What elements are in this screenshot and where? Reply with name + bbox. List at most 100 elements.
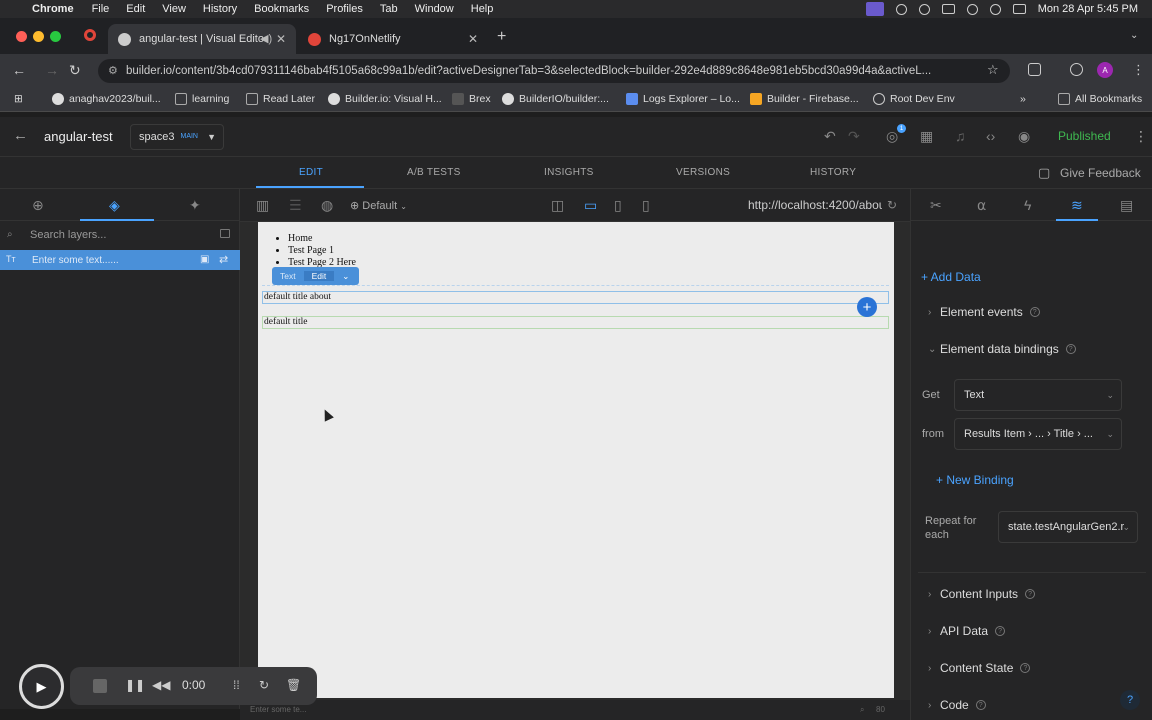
animation-icon[interactable]: ⍺ (977, 197, 986, 214)
block-edit-button[interactable]: Edit (303, 271, 335, 281)
delete-recording-icon[interactable]: 🗑 (286, 678, 301, 692)
menu-edit[interactable]: Edit (126, 3, 145, 15)
nav-item-home[interactable]: Home (288, 233, 356, 245)
menu-view[interactable]: View (162, 3, 186, 15)
camera-toggle-button[interactable]: ▶ (19, 664, 64, 709)
bookmark-folder[interactable]: Read Later (246, 93, 315, 105)
status-breadcrumb[interactable]: Enter some te... (250, 705, 306, 714)
insert-plus-icon[interactable]: ⊕ (32, 197, 44, 214)
ai-sparkle-icon[interactable]: ✦ (189, 197, 201, 214)
menu-history[interactable]: History (203, 3, 237, 15)
tab-history[interactable]: HISTORY (810, 167, 856, 178)
bookmark-item[interactable]: anaghav2023/buil... (52, 93, 161, 105)
control-center-icon[interactable] (1012, 4, 1026, 14)
add-block-button[interactable]: + (857, 297, 877, 317)
stop-recording-icon[interactable] (93, 679, 107, 693)
pause-icon[interactable]: ❚❚ (125, 678, 145, 692)
user-icon[interactable] (918, 3, 930, 15)
code-section[interactable]: › Code ? (928, 698, 986, 712)
tab-insights[interactable]: INSIGHTS (544, 167, 594, 178)
menu-bookmarks[interactable]: Bookmarks (254, 3, 309, 15)
menu-window[interactable]: Window (415, 3, 454, 15)
more-options-icon[interactable]: ⋮ (1134, 128, 1148, 145)
help-icon[interactable]: ? (1029, 307, 1040, 317)
style-tools-icon[interactable]: ✂ (930, 197, 942, 214)
nav-item-test-page-1[interactable]: Test Page 1 (288, 245, 356, 257)
battery-icon[interactable] (941, 4, 955, 14)
zoom-icon[interactable] (895, 3, 907, 15)
window-close-icon[interactable] (16, 31, 27, 42)
tab-versions[interactable]: VERSIONS (676, 167, 730, 178)
menu-help[interactable]: Help (471, 3, 494, 15)
element-data-bindings-section[interactable]: ⌄ Element data bindings ? (928, 342, 1076, 356)
screen-share-icon[interactable] (865, 2, 884, 16)
schedule-icon[interactable]: ▦ (920, 128, 933, 145)
bookmark-item[interactable]: Brex (452, 93, 491, 105)
content-state-section[interactable]: › Content State ? (928, 661, 1031, 675)
droplet-icon[interactable]: ◍ (321, 197, 333, 214)
help-icon[interactable]: ? (1020, 663, 1031, 673)
layer-item-text[interactable]: Tт Enter some text...... ▣ ⇄ (0, 250, 240, 270)
help-icon[interactable]: ? (1065, 344, 1076, 354)
menu-app-name[interactable]: Chrome (32, 3, 74, 15)
space-selector[interactable]: space3 MAIN ▼ (130, 124, 224, 150)
data-database-icon[interactable]: ≋ (1071, 197, 1083, 214)
rewind-icon[interactable]: ◀◀ (152, 678, 170, 692)
mobile-view-icon[interactable]: ▯ (642, 197, 650, 214)
tab-angular-test[interactable]: angular-test | Visual Edito ◀) ✕ (108, 24, 296, 54)
speaker-icon[interactable]: ◀) (260, 32, 272, 45)
interactions-bolt-icon[interactable]: ϟ (1024, 197, 1031, 213)
extensions-icon[interactable] (1028, 63, 1041, 76)
search-layers-input[interactable] (0, 224, 240, 246)
redo-icon[interactable]: ↷ (848, 128, 860, 145)
bookmark-item[interactable]: Builder - Firebase... (750, 93, 859, 105)
give-feedback-button[interactable]: Give Feedback (1060, 166, 1141, 180)
layer-symbol-icon[interactable]: ▣ (200, 254, 209, 265)
text-block[interactable]: default title (262, 316, 889, 329)
desktop-view-icon[interactable]: ▭ (584, 197, 597, 214)
element-events-section[interactable]: › Element events ? (928, 305, 1040, 319)
more-bookmarks-icon[interactable]: » (1020, 93, 1026, 105)
bookmark-item[interactable]: Builder.io: Visual H... (328, 93, 442, 105)
notifications-target-icon[interactable]: ◎ (886, 128, 898, 145)
block-chevron-icon[interactable]: ⌄ (334, 271, 357, 282)
reload-icon[interactable]: ↻ (69, 62, 81, 79)
close-icon[interactable]: ✕ (468, 32, 478, 46)
repeat-select[interactable]: state.testAngularGen2.r ⌄ (998, 511, 1138, 543)
tab-edit[interactable]: EDIT (299, 167, 323, 178)
bookmark-item[interactable]: Root Dev Env (873, 93, 955, 105)
layer-repeat-icon[interactable]: ⇄ (219, 253, 228, 266)
code-icon[interactable]: ‹› (986, 128, 995, 144)
preview-eye-icon[interactable]: ◉ (1018, 128, 1030, 145)
back-arrow-icon[interactable]: ← (13, 127, 28, 144)
tab-ab-tests[interactable]: A/B TESTS (407, 167, 461, 178)
drag-handle-icon[interactable]: ⁞⁞ (233, 678, 240, 692)
refresh-preview-icon[interactable]: ↻ (887, 198, 897, 212)
breakpoint-selector[interactable]: ⊕ Default ⌄ (350, 199, 407, 212)
profile-avatar[interactable]: A (1097, 62, 1113, 78)
window-minimize-icon[interactable] (33, 31, 44, 42)
close-icon[interactable]: ✕ (276, 32, 286, 46)
window-zoom-icon[interactable] (50, 31, 61, 42)
comments-icon[interactable]: ▤ (1120, 197, 1133, 214)
chrome-menu-icon[interactable]: ⋮ (1132, 62, 1145, 78)
text-block-selected[interactable]: default title about (262, 291, 889, 304)
tab-search-chevron-icon[interactable]: ⌄ (1130, 30, 1138, 41)
bookmark-folder[interactable]: learning (175, 93, 229, 105)
get-select[interactable]: Text ⌄ (954, 379, 1122, 411)
publish-status[interactable]: Published (1058, 129, 1111, 143)
spotlight-icon[interactable] (989, 3, 1001, 15)
forward-icon[interactable]: → (45, 62, 59, 78)
tab-ng17onnetlify[interactable]: Ng17OnNetlify ✕ (298, 24, 488, 54)
new-tab-icon[interactable]: + (497, 28, 506, 46)
content-inputs-section[interactable]: › Content Inputs ? (928, 587, 1036, 601)
clock[interactable]: Mon 28 Apr 5:45 PM (1038, 3, 1138, 15)
extension-circle-icon[interactable] (1070, 63, 1083, 76)
tablet-view-icon[interactable]: ▯ (614, 197, 622, 214)
help-chat-button[interactable]: ? (1120, 690, 1140, 710)
new-binding-button[interactable]: + New Binding (936, 473, 1014, 487)
help-icon[interactable]: ? (1025, 589, 1036, 599)
layers-icon[interactable]: ◈ (109, 197, 120, 214)
columns-layout-icon[interactable]: ▥ (256, 197, 269, 214)
collapse-layers-icon[interactable] (220, 229, 230, 238)
